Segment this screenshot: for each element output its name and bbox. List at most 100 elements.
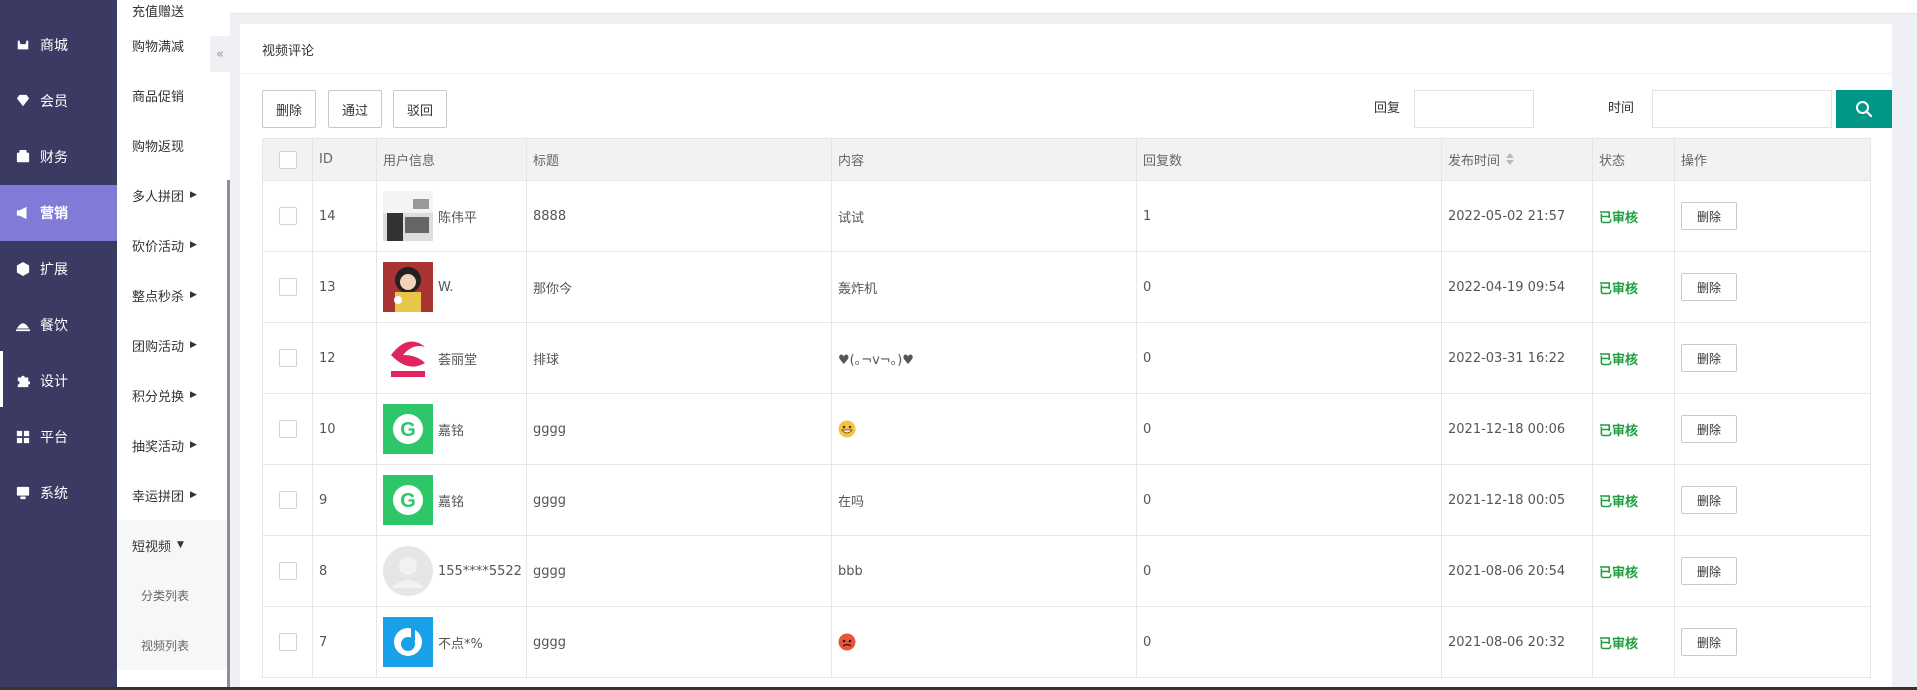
cell-content: 轰炸机 [831, 251, 1137, 323]
submenu-item-label: 砍价活动 [132, 239, 185, 255]
select-all-checkbox[interactable] [278, 150, 297, 169]
submenu-item-10[interactable]: 幸运拼团 ▶ [117, 470, 230, 520]
table-row: 12 荟丽堂 排球 ♥(｡¬v¬｡)♥ 0 2022-03-31 16:22 已审核 删除 [262, 322, 1871, 394]
reply-input[interactable] [1414, 90, 1534, 128]
user-name: 155****5522 [438, 563, 522, 579]
cell-replies: 0 [1136, 606, 1442, 678]
caret-right-icon: ▶ [190, 240, 197, 250]
submenu-item-label: 幸运拼团 [132, 489, 185, 505]
grin-emoji-icon [838, 420, 856, 438]
submenu-item-9[interactable]: 抽奖活动 ▶ [117, 420, 230, 470]
cube-icon [16, 262, 30, 276]
cell-content: 试试 [831, 180, 1137, 252]
megaphone-icon [16, 206, 30, 220]
cell-id: 10 [312, 393, 377, 465]
col-header-user: 用户信息 [376, 138, 527, 181]
cell-time: 2021-08-06 20:54 [1441, 535, 1593, 607]
row-delete-button[interactable]: 删除 [1681, 415, 1737, 443]
wallet-icon [16, 150, 30, 164]
row-delete-button[interactable]: 删除 [1681, 344, 1737, 372]
user-info: 荟丽堂 [383, 333, 520, 383]
col-header-time[interactable]: 发布时间 [1441, 138, 1593, 181]
svg-text:G: G [400, 419, 416, 441]
avatar [383, 617, 433, 667]
cell-content: bbb [831, 535, 1137, 607]
submenu-item-7[interactable]: 团购活动 ▶ [117, 320, 230, 370]
reply-label: 回复 [1374, 101, 1401, 116]
search-button[interactable] [1836, 90, 1892, 128]
row-checkbox[interactable] [278, 562, 297, 580]
col-header-replies: 回复数 [1136, 138, 1442, 181]
sidebar-item-7[interactable]: 平台 [0, 409, 117, 465]
row-checkbox[interactable] [278, 420, 297, 438]
status-badge: 已审核 [1599, 352, 1639, 368]
row-checkbox[interactable] [278, 349, 297, 367]
row-checkbox[interactable] [278, 278, 297, 296]
caret-right-icon: ▶ [190, 440, 197, 450]
submenu-item-0[interactable]: 充值赠送 [117, 0, 230, 20]
col-header-title: 标题 [526, 138, 832, 181]
gem-icon [16, 94, 30, 108]
cell-time: 2021-08-06 20:32 [1441, 606, 1593, 678]
time-input[interactable] [1652, 90, 1832, 128]
status-badge: 已审核 [1599, 636, 1639, 652]
row-checkbox[interactable] [278, 491, 297, 509]
main-panel: 视频评论 删除 通过 驳回 回复 时间 ID 用户信息 标题 内容 回复数 发布… [240, 24, 1892, 690]
submenu-item-4[interactable]: 多人拼团 ▶ [117, 170, 230, 220]
sidebar-item-1[interactable]: 会员 [0, 73, 117, 129]
submenu-item-6[interactable]: 整点秒杀 ▶ [117, 270, 230, 320]
approve-button[interactable]: 通过 [328, 90, 382, 128]
row-delete-button[interactable]: 删除 [1681, 628, 1737, 656]
submenu-item-label: 短视频 [132, 539, 172, 555]
sidebar-item-3[interactable]: 营销 [0, 185, 117, 241]
avatar: G [383, 475, 433, 525]
row-delete-button[interactable]: 删除 [1681, 202, 1737, 230]
svg-text:G: G [400, 490, 416, 512]
submenu-scrollbar[interactable] [227, 180, 230, 690]
avatar [383, 262, 433, 312]
cell-id: 9 [312, 464, 377, 536]
submenu-item-2[interactable]: 商品促销 [117, 70, 230, 120]
row-checkbox[interactable] [278, 633, 297, 651]
submenu-child-0[interactable]: 分类列表 [117, 570, 230, 620]
col-header-status: 状态 [1592, 138, 1675, 181]
status-badge: 已审核 [1599, 423, 1639, 439]
cell-content: 在吗 [831, 464, 1137, 536]
sidebar-item-0[interactable]: 商城 [0, 17, 117, 73]
row-checkbox[interactable] [278, 207, 297, 225]
row-delete-button[interactable]: 删除 [1681, 557, 1737, 585]
monitor-icon [16, 486, 30, 500]
user-info: 陈伟平 [383, 191, 520, 241]
cell-title: gggg [526, 393, 832, 465]
user-info: 155****5522 [383, 546, 522, 596]
user-info: W. [383, 262, 520, 312]
sidebar-item-5[interactable]: 餐饮 [0, 297, 117, 353]
cell-replies: 0 [1136, 535, 1442, 607]
cell-title: 排球 [526, 322, 832, 394]
batch-delete-button[interactable]: 删除 [262, 90, 316, 128]
submenu-item-3[interactable]: 购物返现 [117, 120, 230, 170]
sidebar-item-8[interactable]: 系统 [0, 465, 117, 521]
sort-icon[interactable] [1506, 153, 1515, 169]
sidebar-item-6[interactable]: 设计 [0, 353, 117, 409]
time-label: 时间 [1608, 101, 1635, 116]
table-header-row: ID 用户信息 标题 内容 回复数 发布时间 状态 操作 [262, 138, 1871, 181]
caret-right-icon: ▶ [190, 290, 197, 300]
sidebar-item-4[interactable]: 扩展 [0, 241, 117, 297]
table-row: 10 G 嘉铭 gggg 0 2021-12-18 00:06 已审核 删除 [262, 393, 1871, 465]
cell-time: 2022-04-19 09:54 [1441, 251, 1593, 323]
submenu-item-11[interactable]: 短视频 ▼ [117, 520, 230, 570]
content-text: 试试 [838, 210, 865, 226]
collapse-sidebar-button[interactable]: « [210, 36, 230, 72]
row-delete-button[interactable]: 删除 [1681, 486, 1737, 514]
user-info: G 嘉铭 [383, 404, 520, 454]
row-delete-button[interactable]: 删除 [1681, 273, 1737, 301]
comments-table: ID 用户信息 标题 内容 回复数 发布时间 状态 操作 14 陈伟平 8888 试试… [262, 138, 1871, 678]
reject-button[interactable]: 驳回 [393, 90, 447, 128]
sidebar-item-2[interactable]: 财务 [0, 129, 117, 185]
submenu-item-label: 多人拼团 [132, 189, 185, 205]
user-info: G 嘉铭 [383, 475, 520, 525]
submenu-child-1[interactable]: 视频列表 [117, 620, 230, 670]
submenu-item-8[interactable]: 积分兑换 ▶ [117, 370, 230, 420]
submenu-item-5[interactable]: 砍价活动 ▶ [117, 220, 230, 270]
